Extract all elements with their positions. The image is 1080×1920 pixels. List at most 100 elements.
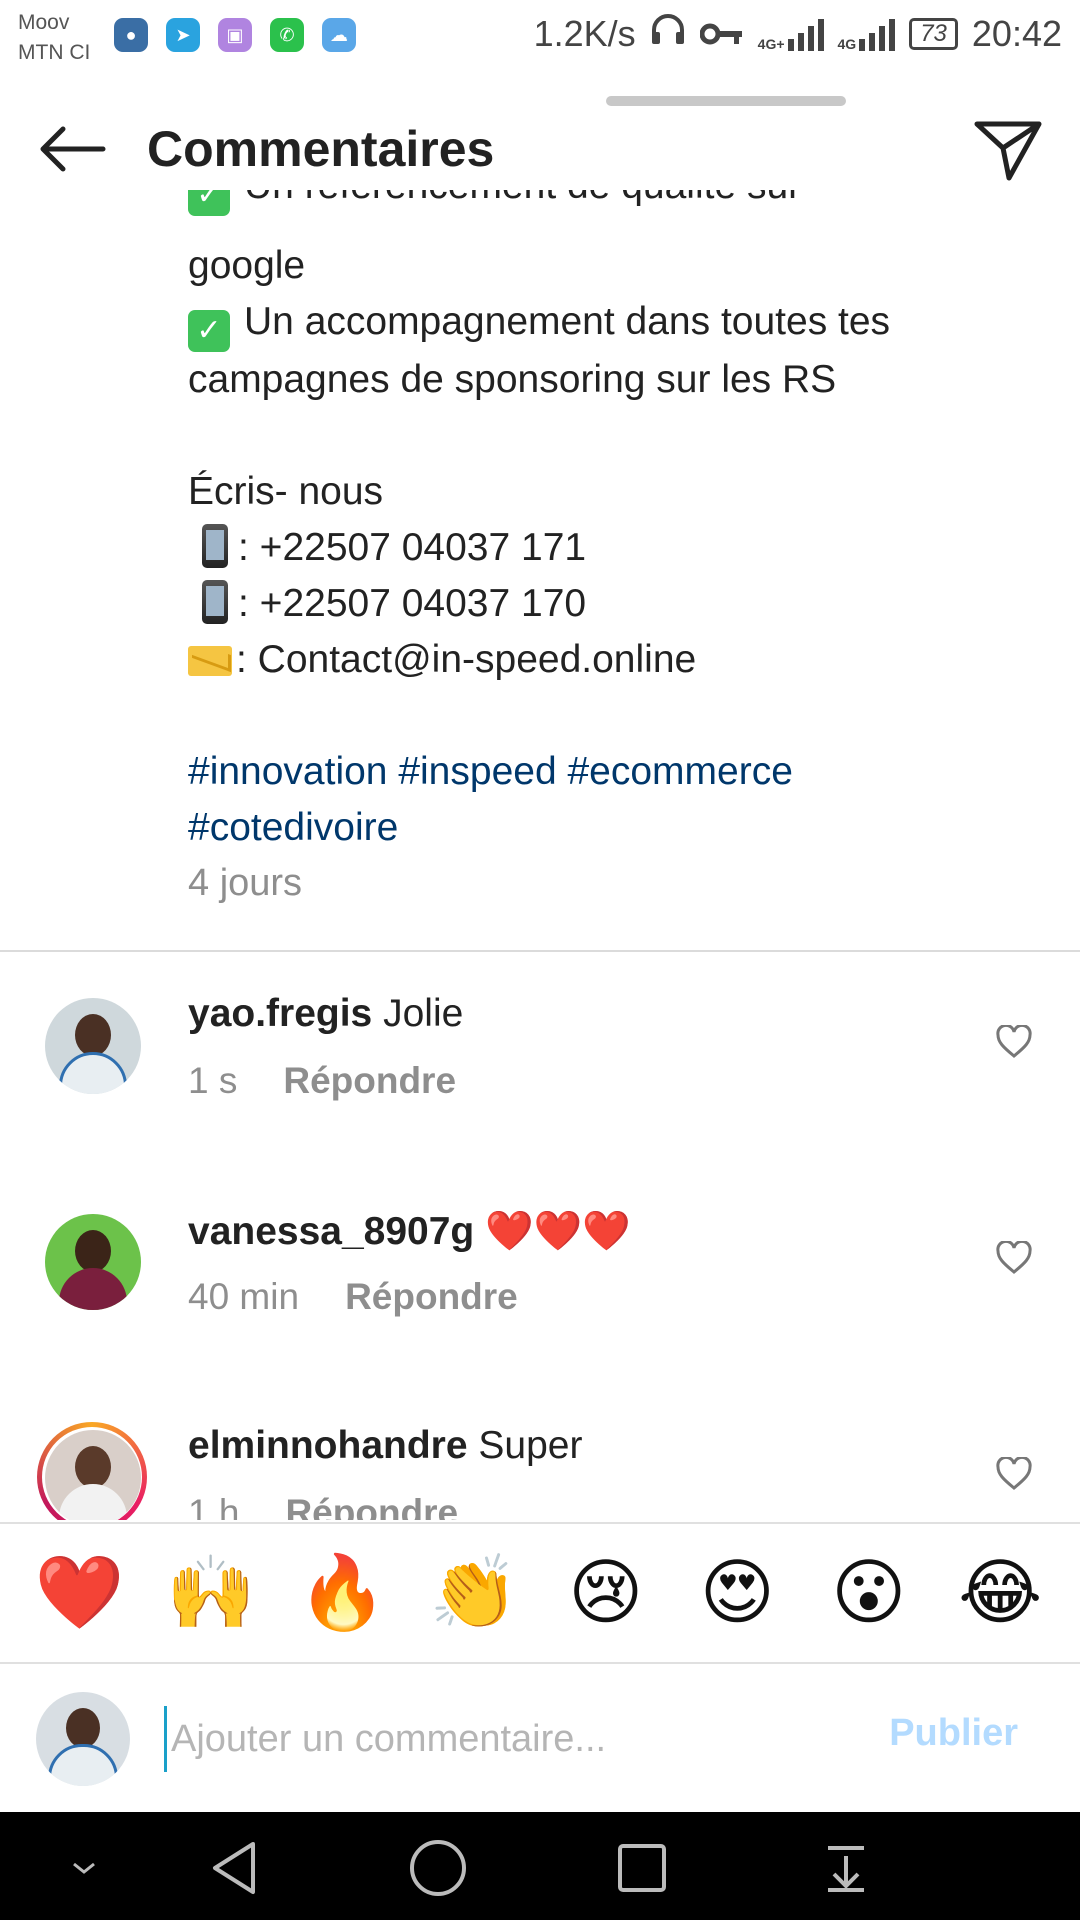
signal-1-bars-icon	[787, 17, 824, 51]
caption-line-text: Un accompagnement dans toutes tes	[244, 300, 891, 343]
carrier-info: Moov MTN CI	[18, 8, 90, 68]
reaction-fire-icon[interactable]: 🔥	[293, 1543, 393, 1643]
comment-item: elminnohandre Super 1 h Répondre	[0, 1384, 1080, 1520]
contact-email: : Contact@in-speed.online	[236, 638, 697, 681]
headphones-icon	[650, 12, 686, 55]
avatar-head	[66, 1708, 100, 1748]
reply-button[interactable]: Répondre	[283, 1060, 456, 1101]
notification-app-icon: ●	[114, 18, 148, 52]
back-arrow-icon	[40, 126, 106, 172]
battery-indicator: 73	[909, 17, 958, 50]
phone-number-2: : +22507 04037 170	[238, 582, 587, 625]
nav-back-button[interactable]	[204, 1838, 264, 1898]
like-comment-button[interactable]	[990, 1018, 1038, 1066]
avatar-body	[48, 1744, 118, 1786]
signal-1: 4G+	[758, 17, 824, 51]
signal-2: 4G	[838, 17, 896, 51]
like-comment-button[interactable]	[990, 1234, 1038, 1282]
pull-down-icon	[828, 1846, 864, 1892]
heart-outline-icon	[996, 1025, 1032, 1058]
post-caption: ✓ Un référencement de qualité sur google …	[0, 190, 1080, 950]
current-user-avatar	[36, 1692, 130, 1786]
nav-hide-button[interactable]	[54, 1838, 114, 1898]
quick-reactions-bar: ❤️ 🙌 🔥 👏 😢 😍 😮 😂	[0, 1522, 1080, 1664]
avatar-body	[59, 1268, 127, 1310]
avatar[interactable]	[45, 1214, 141, 1310]
avatar-head	[75, 1446, 111, 1488]
status-right: 1.2K/s 4G+ 4G 73 20:42	[534, 12, 1062, 55]
square-recents-icon	[618, 1844, 666, 1892]
page-title: Commentaires	[147, 121, 495, 177]
phone-number-1: : +22507 04037 171	[238, 526, 587, 569]
reaction-heart-eyes-icon[interactable]: 😍	[687, 1543, 787, 1643]
reaction-crying-icon[interactable]: 😢	[556, 1543, 656, 1643]
hashtag-line[interactable]: #innovation #inspeed #ecommerce	[188, 744, 1028, 800]
header: Commentaires	[0, 106, 1080, 190]
comment-input[interactable]	[164, 1706, 873, 1772]
caption-line: : Contact@in-speed.online	[188, 632, 1028, 688]
reaction-clapping-icon[interactable]: 👏	[424, 1543, 524, 1643]
back-button[interactable]	[34, 116, 110, 182]
avatar-body	[59, 1052, 127, 1094]
avatar[interactable]	[45, 998, 141, 1094]
nav-notifications-button[interactable]	[816, 1838, 876, 1898]
comment-message: Jolie	[383, 992, 464, 1035]
clock: 20:42	[971, 12, 1062, 54]
comment-username[interactable]: vanessa_8907g	[188, 1210, 474, 1253]
comment-composer: Publier	[0, 1664, 1080, 1812]
comment-text: vanessa_8907g ❤️❤️❤️	[188, 1208, 631, 1254]
caption-partial-text: Un référencement de qualité sur	[244, 190, 801, 207]
comment-username[interactable]: yao.fregis	[188, 992, 372, 1035]
triangle-back-icon	[213, 1842, 255, 1894]
comment-list: yao.fregis Jolie 1 s Répondre vanessa_890…	[0, 952, 1080, 1520]
mobile-phone-icon	[202, 524, 228, 568]
share-button[interactable]	[970, 112, 1046, 188]
whatsapp-icon: ✆	[270, 18, 304, 52]
comment-text: yao.fregis Jolie	[188, 992, 463, 1036]
avatar-head	[75, 1230, 111, 1272]
nav-recents-button[interactable]	[612, 1838, 672, 1898]
caption-line: campagnes de sponsoring sur les RS	[188, 358, 837, 401]
check-mark-icon: ✓	[188, 310, 230, 352]
avatar-head	[75, 1014, 111, 1056]
caption-line	[188, 408, 1028, 464]
reaction-raised-hands-icon[interactable]: 🙌	[161, 1543, 261, 1643]
avatar-body	[59, 1484, 127, 1520]
paper-plane-icon	[974, 121, 1042, 181]
heart-outline-icon	[996, 1241, 1032, 1274]
reaction-laughing-icon[interactable]: 😂	[950, 1543, 1050, 1643]
mobile-phone-icon	[202, 580, 228, 624]
caption-partial-line: ✓ Un référencement de qualité sur	[188, 190, 801, 216]
reply-button[interactable]: Répondre	[285, 1492, 458, 1520]
nav-home-button[interactable]	[408, 1838, 468, 1898]
reaction-heart-icon[interactable]: ❤️	[30, 1543, 130, 1643]
sheet-grabber[interactable]	[606, 96, 846, 106]
notification-icons: ● ➤ ▣ ✆ ☁	[114, 18, 356, 52]
caption-line: : +22507 04037 171	[188, 520, 1028, 576]
vpn-key-icon	[699, 13, 744, 55]
caption-line: ✓ Un accompagnement dans toutes tes	[188, 294, 1028, 352]
comment-meta: 1 s Répondre	[188, 1060, 456, 1102]
comment-username[interactable]: elminnohandre	[188, 1424, 468, 1467]
signal-2-label: 4G	[837, 35, 857, 52]
caption-text: google ✓ Un accompagnement dans toutes te…	[188, 238, 1028, 856]
comment-message: ❤️❤️❤️	[485, 1210, 631, 1253]
like-comment-button[interactable]	[990, 1450, 1038, 1498]
comment-message: Super	[478, 1424, 583, 1467]
envelope-icon	[188, 646, 232, 676]
system-nav-bar	[0, 1812, 1080, 1920]
hashtag-line[interactable]: #cotedivoire	[188, 800, 1028, 856]
status-bar: Moov MTN CI ● ➤ ▣ ✆ ☁ 1.2K/s 4G+ 4G 73 2…	[0, 0, 1080, 76]
comment-item: vanessa_8907g ❤️❤️❤️ 40 min Répondre	[0, 1168, 1080, 1368]
reply-button[interactable]: Répondre	[345, 1276, 518, 1317]
comment-time: 40 min	[188, 1276, 300, 1317]
post-timestamp: 4 jours	[188, 862, 303, 904]
comment-text: elminnohandre Super	[188, 1424, 582, 1468]
cloud-icon: ☁	[322, 18, 356, 52]
caption-line: Écris- nous	[188, 470, 384, 513]
comment-time: 1 s	[188, 1060, 238, 1101]
avatar[interactable]	[45, 1430, 141, 1520]
publish-button[interactable]: Publier	[889, 1712, 1018, 1755]
reaction-surprised-icon[interactable]: 😮	[819, 1543, 919, 1643]
telegram-icon: ➤	[166, 18, 200, 52]
